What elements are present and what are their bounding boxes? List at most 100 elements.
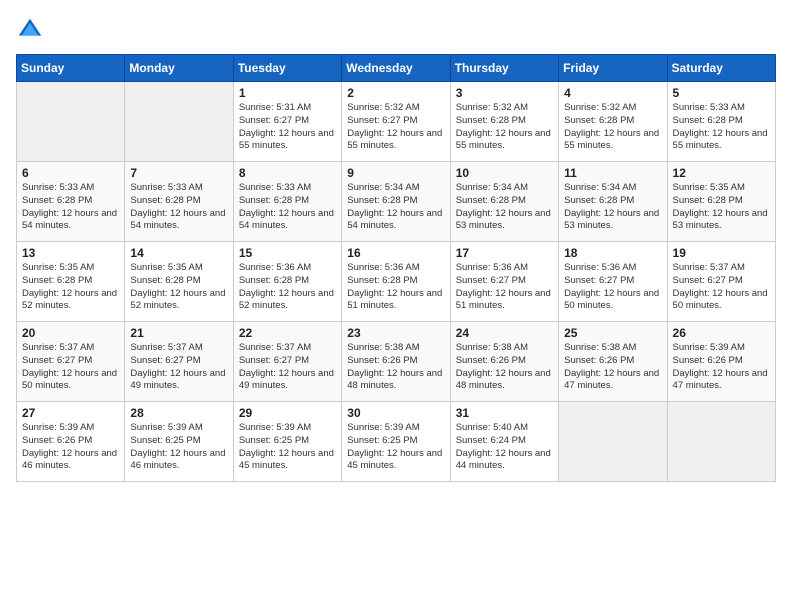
day-info: Sunrise: 5:36 AMSunset: 6:27 PMDaylight:… [456,262,553,313]
day-number: 29 [239,406,336,420]
day-number: 28 [130,406,227,420]
day-number: 30 [347,406,444,420]
day-info: Sunrise: 5:39 AMSunset: 6:26 PMDaylight:… [22,422,119,473]
day-number: 31 [456,406,553,420]
day-number: 7 [130,166,227,180]
calendar-day-cell: 23 Sunrise: 5:38 AMSunset: 6:26 PMDayligh… [342,322,450,402]
day-number: 15 [239,246,336,260]
day-number: 19 [673,246,770,260]
calendar-day-cell: 17 Sunrise: 5:36 AMSunset: 6:27 PMDayligh… [450,242,558,322]
calendar-day-cell: 28 Sunrise: 5:39 AMSunset: 6:25 PMDayligh… [125,402,233,482]
day-header: Sunday [17,55,125,82]
calendar-day-cell: 20 Sunrise: 5:37 AMSunset: 6:27 PMDayligh… [17,322,125,402]
calendar-day-cell: 26 Sunrise: 5:39 AMSunset: 6:26 PMDayligh… [667,322,775,402]
day-info: Sunrise: 5:33 AMSunset: 6:28 PMDaylight:… [673,102,770,153]
day-header: Wednesday [342,55,450,82]
calendar-day-cell: 11 Sunrise: 5:34 AMSunset: 6:28 PMDayligh… [559,162,667,242]
calendar-day-cell: 3Sunrise: 5:32 AMSunset: 6:28 PMDaylight… [450,82,558,162]
day-info: Sunrise: 5:39 AMSunset: 6:25 PMDaylight:… [239,422,336,473]
day-info: Sunrise: 5:35 AMSunset: 6:28 PMDaylight:… [130,262,227,313]
day-info: Sunrise: 5:37 AMSunset: 6:27 PMDaylight:… [22,342,119,393]
calendar-week-row: 1 Sunrise: 5:31 AMSunset: 6:27 PMDaylight… [17,82,776,162]
calendar-day-cell: 5 Sunrise: 5:33 AMSunset: 6:28 PMDaylight… [667,82,775,162]
day-info: Sunrise: 5:33 AMSunset: 6:28 PMDaylight:… [239,182,336,233]
calendar-day-cell: 10Sunrise: 5:34 AMSunset: 6:28 PMDayligh… [450,162,558,242]
day-number: 16 [347,246,444,260]
day-number: 3 [456,86,553,100]
day-number: 6 [22,166,119,180]
day-header: Friday [559,55,667,82]
day-number: 2 [347,86,444,100]
day-info: Sunrise: 5:35 AMSunset: 6:28 PMDaylight:… [22,262,119,313]
calendar-header-row: SundayMondayTuesdayWednesdayThursdayFrid… [17,55,776,82]
calendar-day-cell: 24 Sunrise: 5:38 AMSunset: 6:26 PMDayligh… [450,322,558,402]
calendar-day-cell: 25 Sunrise: 5:38 AMSunset: 6:26 PMDayligh… [559,322,667,402]
calendar-day-cell: 15 Sunrise: 5:36 AMSunset: 6:28 PMDayligh… [233,242,341,322]
logo [16,16,48,44]
day-header: Saturday [667,55,775,82]
calendar-day-cell: 21 Sunrise: 5:37 AMSunset: 6:27 PMDayligh… [125,322,233,402]
calendar-week-row: 6 Sunrise: 5:33 AMSunset: 6:28 PMDaylight… [17,162,776,242]
day-number: 22 [239,326,336,340]
day-number: 4 [564,86,661,100]
day-number: 26 [673,326,770,340]
day-number: 9 [347,166,444,180]
calendar-day-cell: 14Sunrise: 5:35 AMSunset: 6:28 PMDayligh… [125,242,233,322]
day-info: Sunrise: 5:38 AMSunset: 6:26 PMDaylight:… [564,342,661,393]
calendar-week-row: 13 Sunrise: 5:35 AMSunset: 6:28 PMDayligh… [17,242,776,322]
day-info: Sunrise: 5:34 AMSunset: 6:28 PMDaylight:… [347,182,444,233]
calendar-day-cell: 7 Sunrise: 5:33 AMSunset: 6:28 PMDaylight… [125,162,233,242]
day-info: Sunrise: 5:32 AMSunset: 6:27 PMDaylight:… [347,102,444,153]
day-info: Sunrise: 5:36 AMSunset: 6:28 PMDaylight:… [347,262,444,313]
day-number: 1 [239,86,336,100]
day-info: Sunrise: 5:33 AMSunset: 6:28 PMDaylight:… [22,182,119,233]
calendar-week-row: 27 Sunrise: 5:39 AMSunset: 6:26 PMDayligh… [17,402,776,482]
day-info: Sunrise: 5:40 AMSunset: 6:24 PMDaylight:… [456,422,553,473]
day-number: 20 [22,326,119,340]
day-number: 23 [347,326,444,340]
calendar-day-cell: 18Sunrise: 5:36 AMSunset: 6:27 PMDayligh… [559,242,667,322]
day-info: Sunrise: 5:31 AMSunset: 6:27 PMDaylight:… [239,102,336,153]
calendar-day-cell: 22 Sunrise: 5:37 AMSunset: 6:27 PMDayligh… [233,322,341,402]
calendar-day-cell: 29 Sunrise: 5:39 AMSunset: 6:25 PMDayligh… [233,402,341,482]
day-number: 5 [673,86,770,100]
day-info: Sunrise: 5:39 AMSunset: 6:26 PMDaylight:… [673,342,770,393]
day-number: 11 [564,166,661,180]
day-number: 27 [22,406,119,420]
day-number: 24 [456,326,553,340]
calendar-day-cell [125,82,233,162]
logo-icon [16,16,44,44]
calendar-day-cell: 30Sunrise: 5:39 AMSunset: 6:25 PMDayligh… [342,402,450,482]
day-info: Sunrise: 5:37 AMSunset: 6:27 PMDaylight:… [239,342,336,393]
day-info: Sunrise: 5:35 AMSunset: 6:28 PMDaylight:… [673,182,770,233]
day-number: 10 [456,166,553,180]
day-number: 21 [130,326,227,340]
day-info: Sunrise: 5:38 AMSunset: 6:26 PMDaylight:… [347,342,444,393]
day-info: Sunrise: 5:36 AMSunset: 6:28 PMDaylight:… [239,262,336,313]
day-info: Sunrise: 5:33 AMSunset: 6:28 PMDaylight:… [130,182,227,233]
calendar-day-cell: 9 Sunrise: 5:34 AMSunset: 6:28 PMDaylight… [342,162,450,242]
day-number: 13 [22,246,119,260]
day-number: 8 [239,166,336,180]
day-info: Sunrise: 5:34 AMSunset: 6:28 PMDaylight:… [564,182,661,233]
calendar-day-cell: 13 Sunrise: 5:35 AMSunset: 6:28 PMDayligh… [17,242,125,322]
day-info: Sunrise: 5:39 AMSunset: 6:25 PMDaylight:… [130,422,227,473]
calendar-day-cell: 16 Sunrise: 5:36 AMSunset: 6:28 PMDayligh… [342,242,450,322]
day-info: Sunrise: 5:38 AMSunset: 6:26 PMDaylight:… [456,342,553,393]
day-header: Monday [125,55,233,82]
calendar-day-cell: 2 Sunrise: 5:32 AMSunset: 6:27 PMDaylight… [342,82,450,162]
day-number: 12 [673,166,770,180]
calendar-day-cell: 12 Sunrise: 5:35 AMSunset: 6:28 PMDayligh… [667,162,775,242]
day-info: Sunrise: 5:37 AMSunset: 6:27 PMDaylight:… [673,262,770,313]
day-header: Thursday [450,55,558,82]
day-info: Sunrise: 5:37 AMSunset: 6:27 PMDaylight:… [130,342,227,393]
day-number: 18 [564,246,661,260]
day-info: Sunrise: 5:32 AMSunset: 6:28 PMDaylight:… [564,102,661,153]
calendar-day-cell [667,402,775,482]
calendar-day-cell: 19 Sunrise: 5:37 AMSunset: 6:27 PMDayligh… [667,242,775,322]
page-header [16,16,776,44]
calendar-week-row: 20 Sunrise: 5:37 AMSunset: 6:27 PMDayligh… [17,322,776,402]
day-number: 25 [564,326,661,340]
calendar-day-cell: 4 Sunrise: 5:32 AMSunset: 6:28 PMDaylight… [559,82,667,162]
day-number: 17 [456,246,553,260]
